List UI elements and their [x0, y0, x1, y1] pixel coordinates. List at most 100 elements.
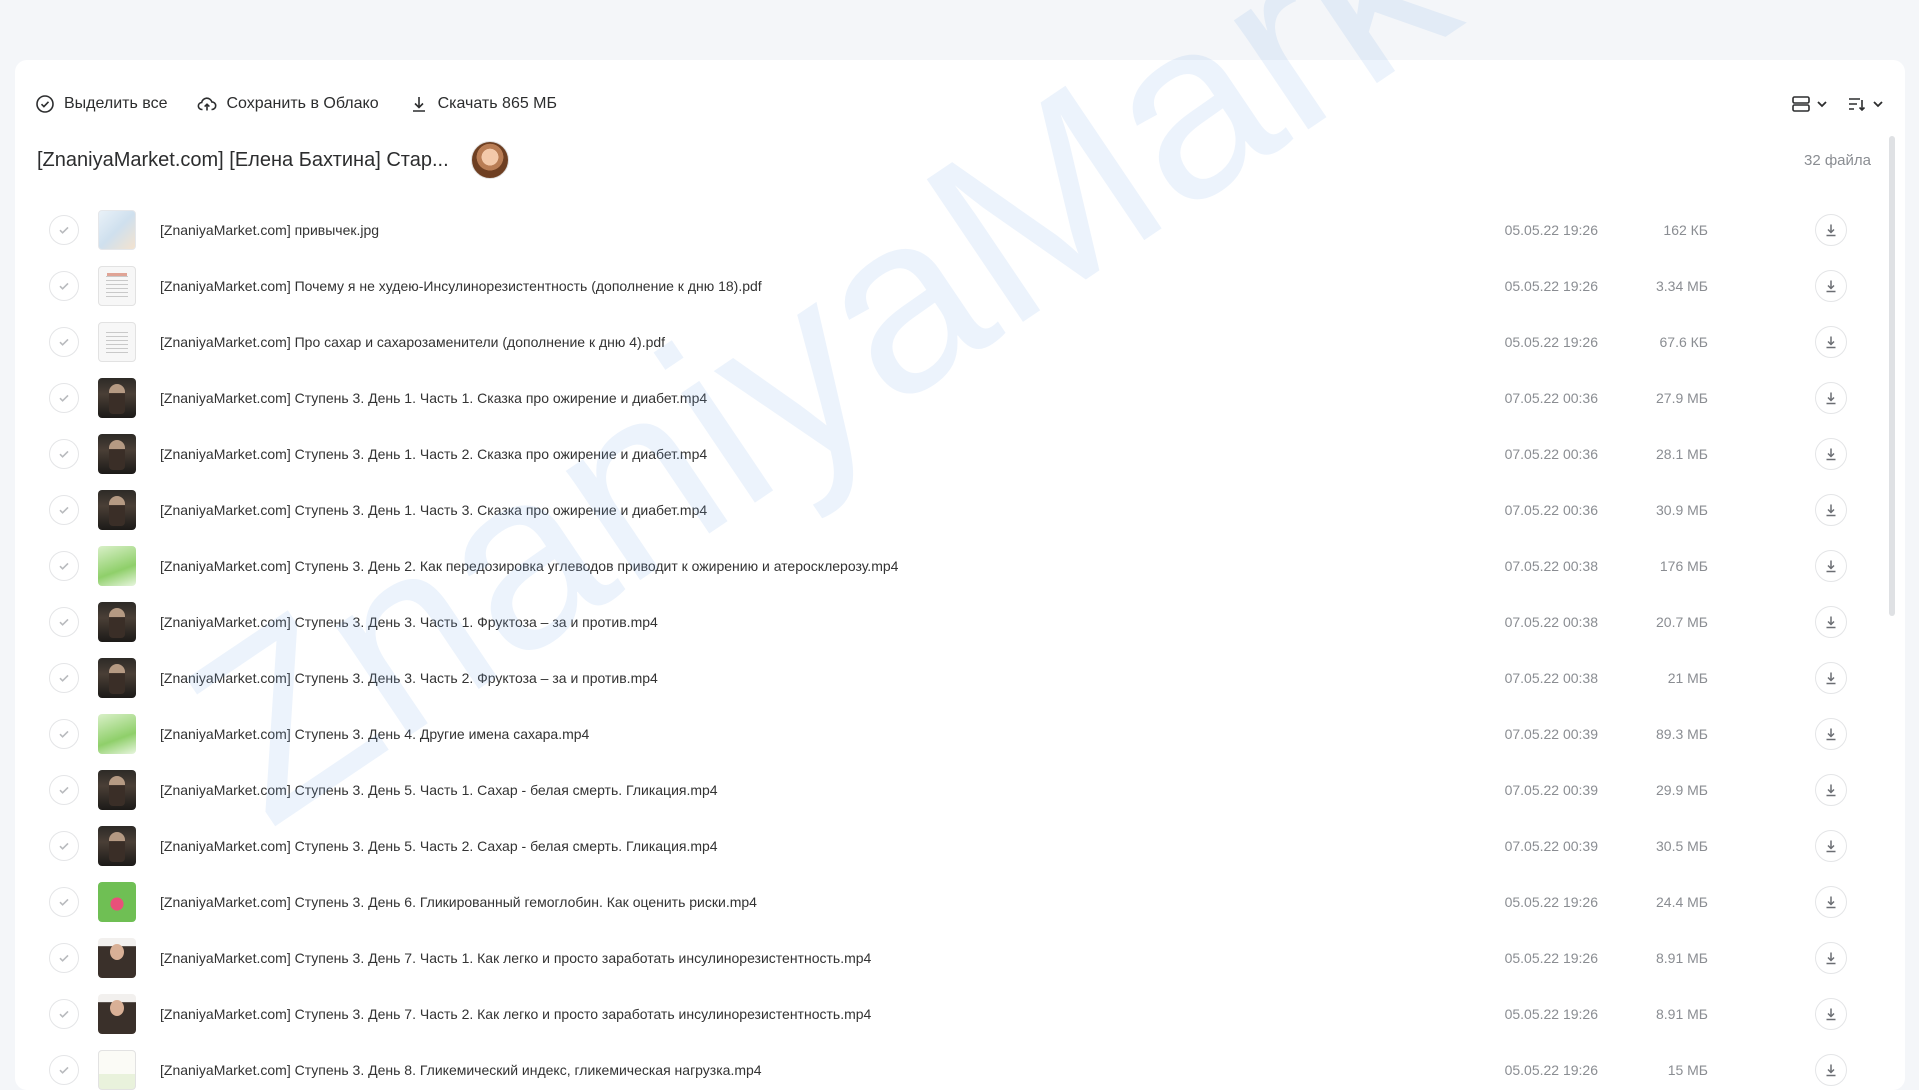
download-all-button[interactable]: Скачать 865 МБ — [409, 94, 557, 114]
select-checkbox[interactable] — [49, 439, 79, 469]
download-file-button[interactable] — [1815, 270, 1847, 302]
download-file-button[interactable] — [1815, 550, 1847, 582]
download-file-button[interactable] — [1815, 494, 1847, 526]
file-row[interactable]: [ZnaniyaMarket.com] Ступень 3. День 1. Ч… — [15, 370, 1885, 426]
file-name[interactable]: [ZnaniyaMarket.com] Ступень 3. День 2. К… — [160, 558, 898, 574]
file-date: 07.05.22 00:36 — [1504, 502, 1598, 518]
select-checkbox[interactable] — [49, 943, 79, 973]
file-thumbnail[interactable] — [98, 882, 136, 922]
file-size: 30.9 МБ — [1656, 502, 1708, 518]
file-name[interactable]: [ZnaniyaMarket.com] Ступень 3. День 1. Ч… — [160, 446, 707, 462]
file-name[interactable]: [ZnaniyaMarket.com] Ступень 3. День 1. Ч… — [160, 502, 707, 518]
select-checkbox[interactable] — [49, 383, 79, 413]
select-checkbox[interactable] — [49, 719, 79, 749]
file-row[interactable]: [ZnaniyaMarket.com] Ступень 3. День 8. Г… — [15, 1042, 1885, 1090]
download-file-button[interactable] — [1815, 438, 1847, 470]
download-file-button[interactable] — [1815, 942, 1847, 974]
file-row[interactable]: [ZnaniyaMarket.com] Про сахар и сахароза… — [15, 314, 1885, 370]
file-row[interactable]: [ZnaniyaMarket.com] Ступень 3. День 5. Ч… — [15, 818, 1885, 874]
file-row[interactable]: [ZnaniyaMarket.com] Ступень 3. День 4. Д… — [15, 706, 1885, 762]
select-all-button[interactable]: Выделить все — [35, 94, 167, 114]
file-name[interactable]: [ZnaniyaMarket.com] Ступень 3. День 1. Ч… — [160, 390, 707, 406]
download-file-button[interactable] — [1815, 774, 1847, 806]
file-name[interactable]: [ZnaniyaMarket.com] Про сахар и сахароза… — [160, 334, 665, 350]
file-row[interactable]: [ZnaniyaMarket.com] Ступень 3. День 3. Ч… — [15, 650, 1885, 706]
file-name[interactable]: [ZnaniyaMarket.com] Ступень 3. День 8. Г… — [160, 1062, 762, 1078]
download-file-button[interactable] — [1815, 662, 1847, 694]
file-name[interactable]: [ZnaniyaMarket.com] Ступень 3. День 6. Г… — [160, 894, 757, 910]
select-all-label: Выделить все — [64, 95, 168, 112]
file-row[interactable]: [ZnaniyaMarket.com] Ступень 3. День 2. К… — [15, 538, 1885, 594]
sort-dropdown[interactable] — [1847, 95, 1885, 113]
file-name[interactable]: [ZnaniyaMarket.com] Ступень 3. День 5. Ч… — [160, 838, 718, 854]
file-thumbnail[interactable] — [98, 1050, 136, 1090]
select-checkbox[interactable] — [49, 271, 79, 301]
file-thumbnail[interactable] — [98, 546, 136, 586]
download-file-button[interactable] — [1815, 718, 1847, 750]
file-thumbnail[interactable] — [98, 994, 136, 1034]
file-thumbnail[interactable] — [98, 210, 136, 250]
file-row[interactable]: [ZnaniyaMarket.com] Ступень 3. День 1. Ч… — [15, 482, 1885, 538]
download-icon — [1826, 952, 1836, 965]
file-row[interactable]: [ZnaniyaMarket.com] Ступень 3. День 6. Г… — [15, 874, 1885, 930]
download-file-button[interactable] — [1815, 326, 1847, 358]
file-thumbnail[interactable] — [98, 490, 136, 530]
select-checkbox[interactable] — [49, 887, 79, 917]
file-name[interactable]: [ZnaniyaMarket.com] привычек.jpg — [160, 222, 379, 238]
select-checkbox[interactable] — [49, 1055, 79, 1085]
file-date: 07.05.22 00:36 — [1504, 446, 1598, 462]
avatar[interactable] — [470, 141, 509, 179]
file-row[interactable]: [ZnaniyaMarket.com] Ступень 3. День 1. Ч… — [15, 426, 1885, 482]
file-row[interactable]: [ZnaniyaMarket.com] Почему я не худею-Ин… — [15, 258, 1885, 314]
file-date: 05.05.22 19:26 — [1504, 334, 1598, 350]
select-checkbox[interactable] — [49, 663, 79, 693]
checkmark-icon — [59, 1066, 69, 1074]
file-thumbnail[interactable] — [98, 322, 136, 362]
file-name[interactable]: [ZnaniyaMarket.com] Ступень 3. День 3. Ч… — [160, 614, 658, 630]
file-name[interactable]: [ZnaniyaMarket.com] Ступень 3. День 7. Ч… — [160, 950, 871, 966]
file-thumbnail[interactable] — [98, 378, 136, 418]
download-all-label: Скачать 865 МБ — [437, 95, 558, 112]
select-checkbox[interactable] — [49, 607, 79, 637]
file-thumbnail[interactable] — [98, 714, 136, 754]
file-size: 162 КБ — [1663, 222, 1708, 238]
select-checkbox[interactable] — [49, 831, 79, 861]
download-file-button[interactable] — [1815, 1054, 1847, 1086]
download-file-button[interactable] — [1815, 830, 1847, 862]
file-name[interactable]: [ZnaniyaMarket.com] Почему я не худею-Ин… — [160, 278, 762, 294]
file-thumbnail[interactable] — [98, 266, 136, 306]
file-thumbnail[interactable] — [98, 938, 136, 978]
file-name[interactable]: [ZnaniyaMarket.com] Ступень 3. День 7. Ч… — [160, 1006, 871, 1022]
file-row[interactable]: [ZnaniyaMarket.com] Ступень 3. День 7. Ч… — [15, 930, 1885, 986]
select-checkbox[interactable] — [49, 327, 79, 357]
file-thumbnail[interactable] — [98, 826, 136, 866]
save-to-cloud-button[interactable]: Сохранить в Облако — [197, 94, 379, 114]
file-thumbnail[interactable] — [98, 770, 136, 810]
download-file-button[interactable] — [1815, 214, 1847, 246]
checkmark-icon — [59, 954, 69, 962]
download-file-button[interactable] — [1815, 606, 1847, 638]
file-size: 67.6 КБ — [1659, 334, 1708, 350]
select-checkbox[interactable] — [49, 495, 79, 525]
file-thumbnail[interactable] — [98, 658, 136, 698]
file-name[interactable]: [ZnaniyaMarket.com] Ступень 3. День 5. Ч… — [160, 782, 718, 798]
select-checkbox[interactable] — [49, 215, 79, 245]
download-file-button[interactable] — [1815, 382, 1847, 414]
file-name[interactable]: [ZnaniyaMarket.com] Ступень 3. День 3. Ч… — [160, 670, 658, 686]
download-file-button[interactable] — [1815, 998, 1847, 1030]
select-checkbox[interactable] — [49, 551, 79, 581]
file-thumbnail[interactable] — [98, 434, 136, 474]
file-row[interactable]: [ZnaniyaMarket.com] Ступень 3. День 5. Ч… — [15, 762, 1885, 818]
file-thumbnail[interactable] — [98, 602, 136, 642]
download-file-button[interactable] — [1815, 886, 1847, 918]
file-size: 24.4 МБ — [1656, 894, 1708, 910]
list-view-icon — [1792, 96, 1810, 112]
select-checkbox[interactable] — [49, 999, 79, 1029]
select-checkbox[interactable] — [49, 775, 79, 805]
file-row[interactable]: [ZnaniyaMarket.com] привычек.jpg 05.05.22… — [15, 202, 1885, 258]
view-mode-dropdown[interactable] — [1791, 95, 1829, 113]
scrollbar[interactable] — [1889, 136, 1895, 616]
file-row[interactable]: [ZnaniyaMarket.com] Ступень 3. День 3. Ч… — [15, 594, 1885, 650]
file-row[interactable]: [ZnaniyaMarket.com] Ступень 3. День 7. Ч… — [15, 986, 1885, 1042]
file-name[interactable]: [ZnaniyaMarket.com] Ступень 3. День 4. Д… — [160, 726, 589, 742]
